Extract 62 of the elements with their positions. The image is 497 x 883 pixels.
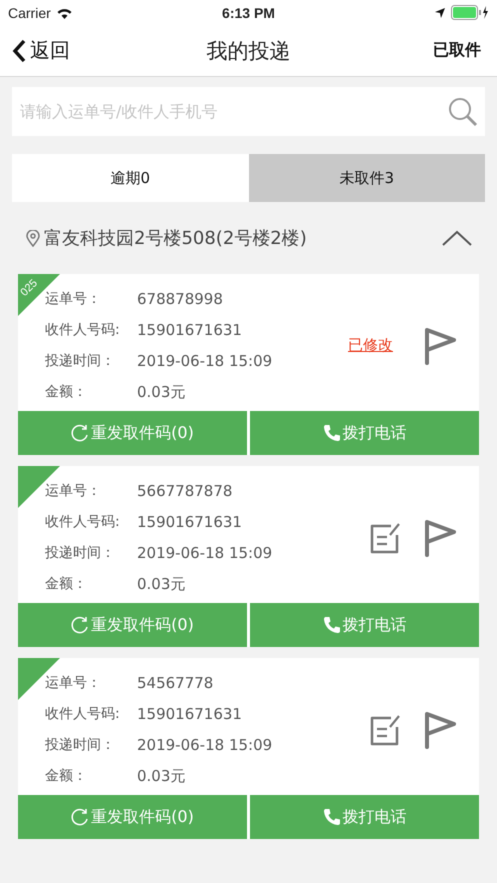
phone-icon <box>322 808 340 826</box>
chevron-up-icon[interactable] <box>441 229 473 247</box>
field-label: 金额： <box>45 767 88 785</box>
field-label: 投递时间： <box>45 736 116 754</box>
call-button[interactable]: 拨打电话 <box>250 411 479 455</box>
page-title: 我的投递 <box>206 38 290 64</box>
field-value: 678878998 <box>137 290 223 308</box>
field-label: 收件人号码: <box>45 321 121 339</box>
corner-tag-icon <box>18 658 60 700</box>
edit-icon[interactable] <box>369 520 401 554</box>
field-label: 收件人号码: <box>45 705 121 723</box>
clock-time: 6:13 PM <box>222 4 275 20</box>
modified-link[interactable]: 已修改 <box>348 336 393 355</box>
field-label: 投递时间： <box>45 352 116 370</box>
field-value: 2019-06-18 15:09 <box>137 352 272 370</box>
field-value: 2019-06-18 15:09 <box>137 736 272 754</box>
carrier-label: Carrier <box>8 4 51 20</box>
location-arrow-icon <box>434 6 446 18</box>
field-value: 0.03元 <box>137 766 186 786</box>
filter-tab[interactable]: 逾期0 <box>12 154 248 202</box>
field-value: 15901671631 <box>137 513 242 531</box>
refresh-icon <box>71 616 90 634</box>
refresh-icon <box>71 424 90 442</box>
search-icon[interactable] <box>448 97 478 127</box>
field-label: 运单号： <box>45 674 102 692</box>
corner-tag-icon <box>18 466 60 508</box>
search-field[interactable]: 请输入运单号/收件人手机号 <box>12 87 485 136</box>
refresh-icon <box>71 808 90 826</box>
field-value: 0.03元 <box>137 574 186 594</box>
resend-code-button[interactable]: 重发取件码(0) <box>18 795 247 839</box>
corner-tag-icon <box>18 274 60 316</box>
call-button[interactable]: 拨打电话 <box>250 603 479 647</box>
wifi-icon <box>56 6 73 18</box>
filter-tab[interactable]: 未取件3 <box>248 154 485 202</box>
resend-code-button[interactable]: 重发取件码(0) <box>18 603 247 647</box>
edit-icon[interactable] <box>369 712 401 746</box>
field-label: 投递时间： <box>45 544 116 562</box>
phone-icon <box>322 424 340 442</box>
field-value: 5667787878 <box>137 482 232 500</box>
resend-code-button[interactable]: 重发取件码(0) <box>18 411 247 455</box>
field-label: 金额： <box>45 383 88 401</box>
field-value: 2019-06-18 15:09 <box>137 544 272 562</box>
field-label: 收件人号码: <box>45 513 121 531</box>
battery-icon <box>450 5 489 20</box>
flag-icon[interactable] <box>423 710 457 748</box>
location-pin-icon <box>26 230 40 246</box>
field-label: 运单号： <box>45 482 102 500</box>
field-value: 0.03元 <box>137 382 186 402</box>
back-button[interactable]: 返回 <box>12 37 112 64</box>
field-label: 运单号： <box>45 290 102 308</box>
phone-icon <box>322 616 340 634</box>
flag-icon[interactable] <box>423 326 457 364</box>
address-label: 富友科技园2号楼508(2号楼2楼) <box>44 227 308 250</box>
chevron-left-icon <box>12 38 26 62</box>
picked-up-button[interactable]: 已取件 <box>385 40 485 61</box>
flag-icon[interactable] <box>423 518 457 556</box>
field-value: 15901671631 <box>137 321 242 339</box>
corner-number: 025 <box>18 277 40 299</box>
field-label: 金额： <box>45 575 88 593</box>
call-button[interactable]: 拨打电话 <box>250 795 479 839</box>
field-value: 54567778 <box>137 674 214 692</box>
field-value: 15901671631 <box>137 705 242 723</box>
